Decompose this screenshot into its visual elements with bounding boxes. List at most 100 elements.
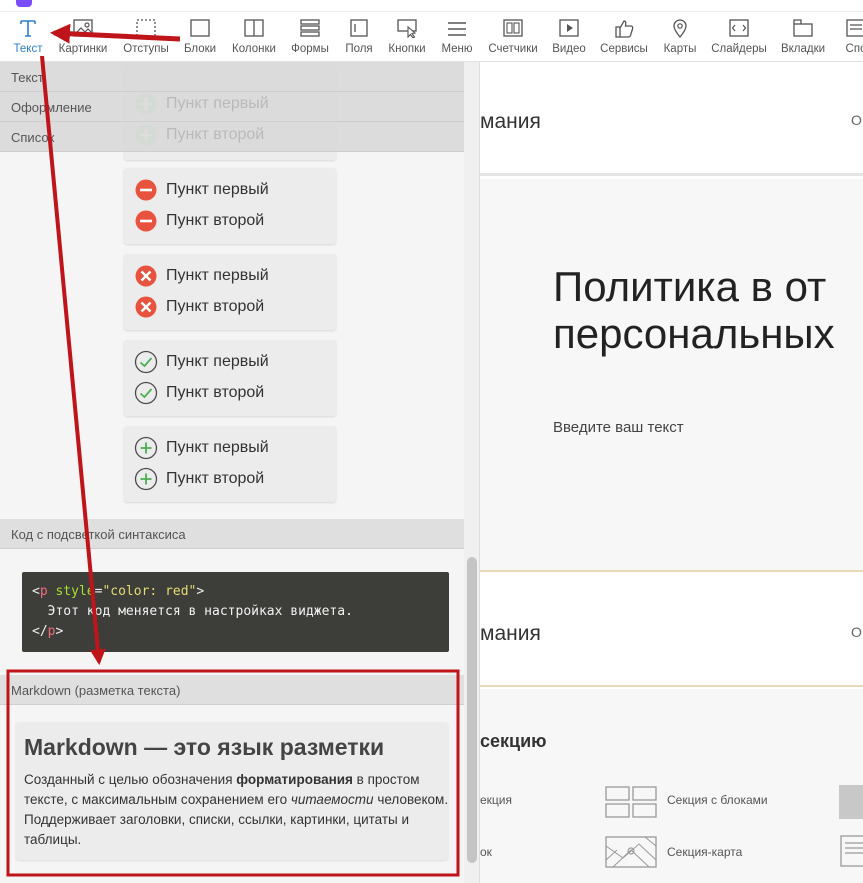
list-item-text: Пункт второй	[166, 384, 265, 401]
tabs-icon	[792, 18, 814, 38]
category-list[interactable]: Список	[0, 122, 464, 152]
add-section-panel: секцию екция Секция с блоками ок Секция-…	[480, 689, 863, 883]
tool-columns[interactable]: Колонки	[226, 16, 282, 60]
cross-circle-icon	[134, 295, 158, 319]
section-page-icon	[840, 835, 863, 874]
tool-tabs[interactable]: Вкладки	[776, 16, 830, 60]
tool-form[interactable]: Формы	[285, 16, 335, 60]
tool-slider[interactable]: Слайдеры	[707, 16, 771, 60]
list-style-plus-circle[interactable]: Пункт первый Пункт второй	[124, 426, 336, 502]
tool-label: Спо	[845, 43, 863, 55]
button-icon	[396, 18, 418, 39]
cross-circle-icon	[134, 264, 158, 288]
columns-icon	[243, 18, 265, 38]
plus-circle-icon	[134, 467, 158, 491]
tool-block[interactable]: Блоки	[178, 16, 222, 60]
add-section-title: секцию	[480, 731, 547, 751]
list-style-check-circle[interactable]: Пункт первый Пункт второй	[124, 340, 336, 416]
tool-list[interactable]: Спо	[836, 16, 863, 60]
list-icon	[845, 18, 863, 38]
counter-icon	[502, 18, 524, 38]
map-pin-icon	[669, 18, 691, 39]
code-line-3: </p>	[32, 624, 64, 639]
markdown-body: Созданный с целью обозначения форматиров…	[24, 772, 449, 847]
tool-spacing[interactable]: Отступы	[117, 16, 175, 60]
category-styling[interactable]: Оформление	[0, 92, 464, 122]
preview-section-text: Введите ваш текст	[553, 419, 684, 436]
minus-circle-icon	[134, 178, 158, 202]
form-icon	[299, 18, 321, 38]
preview-header-2-text: мания	[480, 622, 541, 645]
preview-section-heading: Политика в от персональных	[553, 263, 835, 357]
tool-video[interactable]: Видео	[547, 16, 591, 60]
category-markdown[interactable]: Markdown (разметка текста)	[0, 675, 464, 705]
video-icon	[558, 18, 580, 38]
list-item-text: Пункт первый	[166, 439, 269, 456]
list-item-text: Пункт второй	[166, 212, 265, 229]
slider-icon	[728, 18, 750, 38]
minus-circle-icon	[134, 209, 158, 233]
tool-label: Сервисы	[600, 43, 648, 55]
tool-label: Формы	[291, 43, 329, 55]
tool-thumbs-up[interactable]: Сервисы	[596, 16, 652, 60]
widget-toolbar: Текст Картинки Отступы Блоки Колонки Формы Пол…	[0, 0, 863, 62]
top-strip	[0, 0, 863, 12]
tool-label: Текст	[13, 43, 43, 55]
tool-label: Блоки	[183, 43, 217, 55]
tool-menu[interactable]: Меню	[435, 16, 479, 60]
preview-header-2[interactable]: мания О	[480, 574, 863, 687]
tool-button[interactable]: Кнопки	[383, 16, 431, 60]
tool-field[interactable]: Поля	[339, 16, 379, 60]
tool-label: Слайдеры	[711, 43, 767, 55]
editor-window: Текст Картинки Отступы Блоки Колонки Формы Пол…	[0, 0, 863, 883]
list-style-cross-circle[interactable]: Пункт первый Пункт второй	[124, 254, 336, 330]
preview-header[interactable]: мания О	[480, 62, 863, 176]
widget-panel: Пункт первый Пункт второй Пункт первый Пунк…	[0, 62, 480, 883]
preview-section[interactable]: Политика в от персональных Введите ваш те…	[480, 179, 863, 572]
add-section-blocks[interactable]: Секция с блоками	[667, 793, 768, 807]
menu-icon	[446, 18, 468, 38]
page-preview: мания О Политика в от персональных Введит…	[480, 62, 863, 883]
blocks-section-icon	[605, 786, 657, 823]
code-line-1: <p style="color: red">	[32, 584, 205, 599]
tool-counter[interactable]: Счетчики	[484, 16, 542, 60]
preview-header-text: мания	[480, 110, 541, 133]
tool-label: Колонки	[232, 43, 276, 55]
tool-text[interactable]: Текст	[6, 16, 50, 60]
list-item-text: Пункт второй	[166, 298, 265, 315]
preview-header-letter: О	[851, 112, 862, 128]
text-icon	[17, 18, 39, 38]
map-section-icon	[605, 836, 657, 873]
code-line-2: Этот код меняется в настройках виджета.	[32, 604, 353, 619]
tool-label: Видео	[552, 43, 586, 55]
block-icon	[189, 18, 211, 38]
tool-label: Картинки	[58, 43, 108, 55]
panel-scrollbar-thumb[interactable]	[467, 557, 477, 863]
image-icon	[72, 18, 94, 38]
tool-label: Кнопки	[388, 43, 426, 55]
code-widget[interactable]: <p style="color: red"> Этот код меняется…	[22, 572, 449, 652]
preview-header-2-letter: О	[851, 624, 862, 640]
list-item-text: Пункт первый	[166, 353, 269, 370]
tool-map-pin[interactable]: Карты	[657, 16, 703, 60]
section-thumb	[839, 785, 863, 819]
tool-label: Поля	[345, 43, 373, 55]
tool-label: Счетчики	[488, 43, 538, 55]
list-item-text: Пункт второй	[166, 470, 265, 487]
category-text[interactable]: Текст	[0, 62, 464, 92]
check-circle-icon	[134, 381, 158, 405]
thumbs-up-icon	[613, 18, 635, 38]
tool-label: Меню	[441, 43, 473, 55]
list-item-text: Пункт первый	[166, 181, 269, 198]
tool-label: Карты	[663, 43, 697, 55]
category-code[interactable]: Код с подсветкой синтаксиса	[0, 519, 464, 549]
add-section-item-2[interactable]: ок	[480, 845, 492, 859]
add-section-item[interactable]: екция	[480, 793, 512, 807]
add-section-map[interactable]: Секция-карта	[667, 845, 742, 859]
field-icon	[348, 18, 370, 38]
tool-label: Вкладки	[780, 43, 826, 55]
list-style-minus-circle[interactable]: Пункт первый Пункт второй	[124, 168, 336, 244]
markdown-widget[interactable]: Markdown — это язык разметки Созданный с…	[16, 722, 448, 860]
tool-image[interactable]: Картинки	[54, 16, 112, 60]
check-circle-icon	[134, 350, 158, 374]
